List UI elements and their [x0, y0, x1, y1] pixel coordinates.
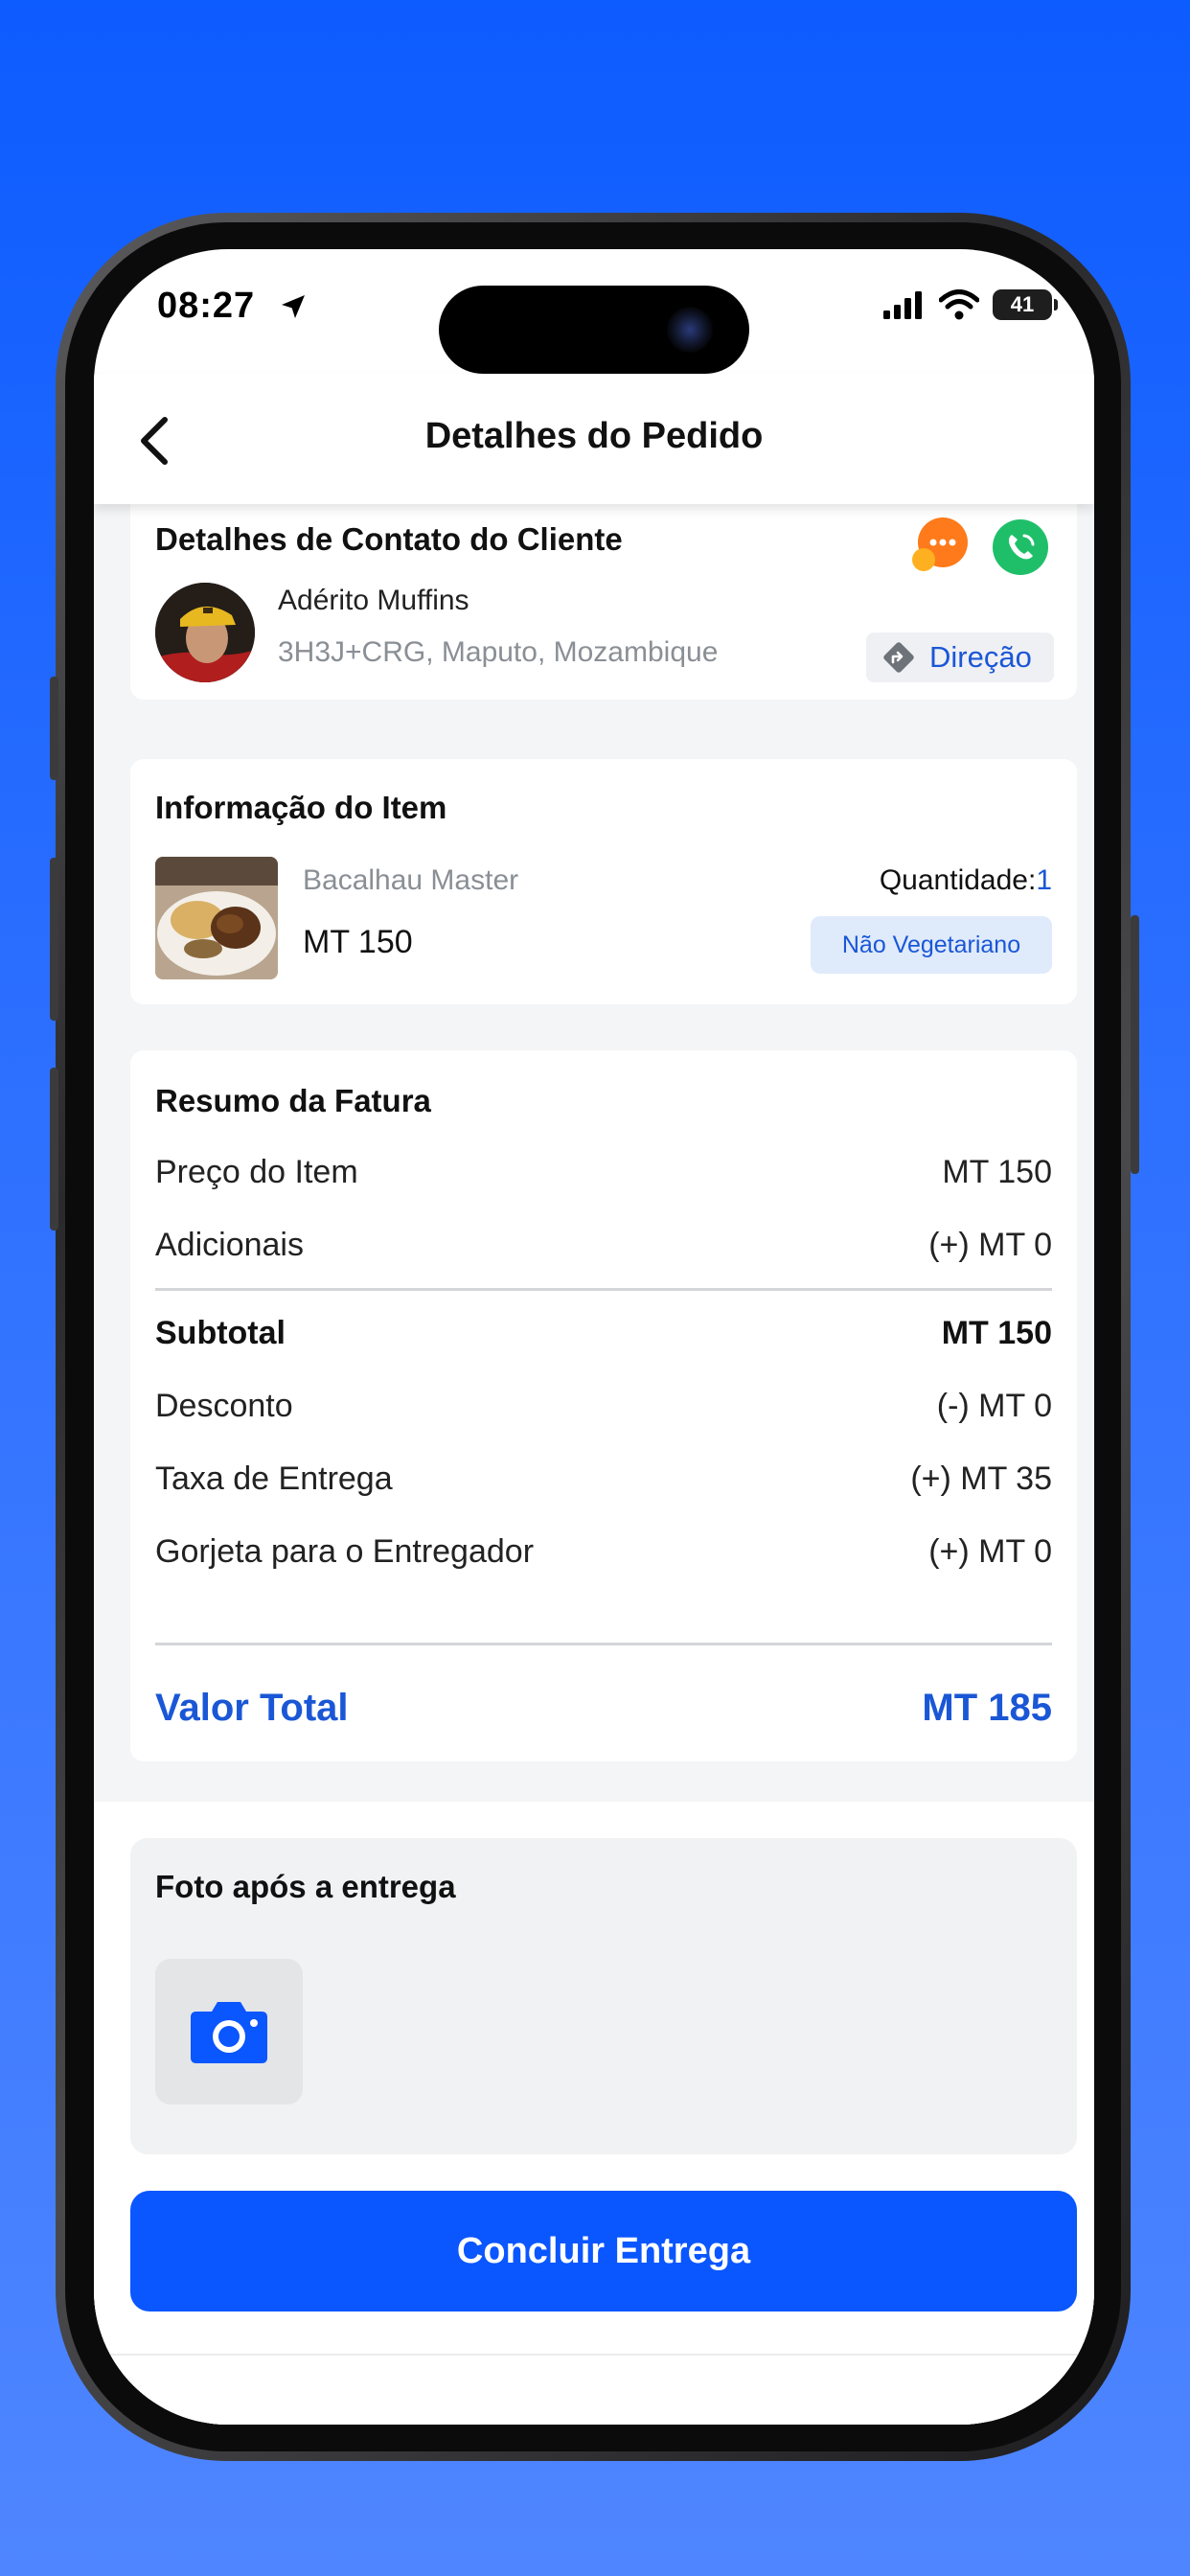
- item-price-value: MT 150: [942, 1154, 1052, 1190]
- avatar-image: [155, 583, 255, 682]
- delivery-fee-value: (+) MT 35: [910, 1460, 1052, 1497]
- tip-row: Gorjeta para o Entregador (+) MT 0: [155, 1533, 1052, 1571]
- screen: 08:27 41 Detalhes do Pedido Detalhes de …: [94, 249, 1094, 2425]
- subtotal-value: MT 150: [941, 1315, 1052, 1351]
- status-time: 08:27: [157, 286, 256, 326]
- header-bar: Detalhes do Pedido: [94, 374, 1094, 504]
- quantity-value: 1: [1036, 864, 1052, 896]
- item-price-label: Preço do Item: [155, 1154, 358, 1190]
- total-value: MT 185: [922, 1687, 1052, 1729]
- invoice-section-title: Resumo da Fatura: [155, 1083, 431, 1118]
- chat-icon: [912, 518, 968, 571]
- subtotal-label: Subtotal: [155, 1315, 286, 1351]
- camera-upload-button[interactable]: [155, 1959, 303, 2104]
- tip-value: (+) MT 0: [928, 1533, 1052, 1570]
- discount-row: Desconto (-) MT 0: [155, 1388, 1052, 1425]
- subtotal-divider: [155, 1288, 1052, 1291]
- power-button: [1131, 915, 1139, 1174]
- photo-section-title: Foto após a entrega: [155, 1869, 456, 1904]
- phone-icon: [993, 519, 1048, 575]
- total-label: Valor Total: [155, 1687, 349, 1729]
- subtotal-row: Subtotal MT 150: [155, 1315, 1052, 1352]
- complete-delivery-button[interactable]: Concluir Entrega: [130, 2191, 1077, 2312]
- item-name: Bacalhau Master: [303, 864, 519, 896]
- tip-label: Gorjeta para o Entregador: [155, 1533, 535, 1570]
- call-button[interactable]: [993, 519, 1048, 575]
- contact-section-title: Detalhes de Contato do Cliente: [155, 521, 623, 557]
- addons-value: (+) MT 0: [928, 1227, 1052, 1263]
- discount-value: (-) MT 0: [936, 1388, 1052, 1424]
- order-details-content: Detalhes de Contato do Cliente Adérito M…: [94, 493, 1094, 2425]
- customer-address: 3H3J+CRG, Maputo, Mozambique: [278, 636, 719, 668]
- addons-label: Adicionais: [155, 1227, 304, 1263]
- signal-icon: [883, 291, 922, 319]
- total-divider: [155, 1643, 1052, 1645]
- item-image: [155, 857, 278, 979]
- photo-card: Foto após a entrega: [130, 1838, 1077, 2154]
- item-price: MT 150: [303, 924, 413, 960]
- item-info-card: Informação do Item Bacalhau Master MT 15…: [130, 759, 1077, 1004]
- addons-row: Adicionais (+) MT 0: [155, 1227, 1052, 1264]
- front-camera: [667, 307, 713, 353]
- item-section-title: Informação do Item: [155, 790, 447, 825]
- status-icons: 41: [883, 289, 1058, 320]
- dynamic-island: [439, 286, 749, 374]
- delivery-fee-row: Taxa de Entrega (+) MT 35: [155, 1460, 1052, 1498]
- direction-icon: [883, 642, 914, 673]
- delivery-fee-label: Taxa de Entrega: [155, 1460, 393, 1497]
- customer-contact-card: Detalhes de Contato do Cliente Adérito M…: [130, 493, 1077, 700]
- direction-label: Direção: [929, 640, 1032, 674]
- direction-button[interactable]: Direção: [866, 632, 1054, 682]
- chat-button[interactable]: [908, 514, 972, 577]
- page-title: Detalhes do Pedido: [424, 416, 764, 456]
- volume-down-button: [50, 1068, 58, 1230]
- wifi-icon: [939, 289, 979, 320]
- item-quantity: Quantidade:1: [880, 864, 1052, 897]
- total-row: Valor Total MT 185: [155, 1687, 1052, 1730]
- volume-up-button: [50, 858, 58, 1021]
- action-button: [50, 677, 58, 780]
- diet-tag-badge: Não Vegetariano: [811, 916, 1052, 974]
- photo-section: Foto após a entrega Concluir Entrega: [94, 1802, 1094, 2425]
- discount-label: Desconto: [155, 1388, 293, 1424]
- item-price-row: Preço do Item MT 150: [155, 1154, 1052, 1191]
- battery-icon: 41: [993, 289, 1058, 320]
- location-arrow-icon: [282, 295, 305, 318]
- home-indicator-area: [94, 2354, 1094, 2425]
- avatar: [155, 583, 255, 682]
- camera-icon: [191, 2002, 267, 2063]
- customer-name: Adérito Muffins: [278, 585, 469, 616]
- invoice-summary-card: Resumo da Fatura Preço do Item MT 150 Ad…: [130, 1050, 1077, 1761]
- quantity-label: Quantidade:: [879, 864, 1037, 896]
- food-photo: [155, 857, 278, 979]
